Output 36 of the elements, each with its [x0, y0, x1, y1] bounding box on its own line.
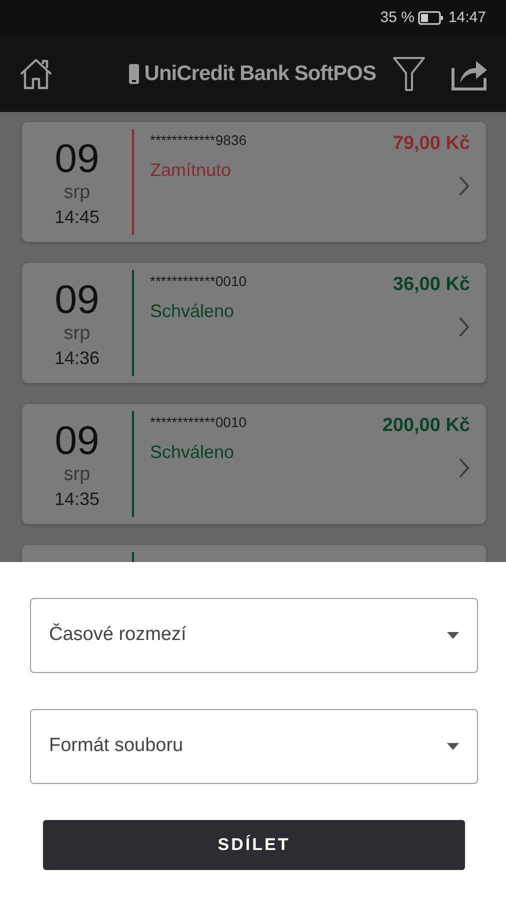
transaction-amount: 200,00 Kč [382, 414, 470, 438]
transaction-card[interactable]: 09 srp 14:36 ************0010 Schváleno 36,00 Kč [22, 263, 486, 383]
card-number: ************0010 [150, 413, 248, 432]
transaction-card[interactable]: 09 srp 14:45 ************9836 Zamítnuto 79,00 Kč [22, 122, 486, 242]
share-button[interactable]: SDÍLET [43, 820, 465, 870]
transaction-amount: 36,00 Kč [392, 273, 470, 297]
transaction-time: 14:36 [54, 348, 100, 366]
transaction-status: Zamítnuto [150, 159, 232, 182]
card-number: ************9836 [150, 131, 248, 150]
date-day: 09 [54, 280, 100, 320]
dropdown-caret-icon [447, 632, 459, 639]
transaction-status: Schváleno [150, 441, 236, 464]
chevron-icon [458, 456, 470, 478]
date-day: 09 [54, 138, 100, 178]
app-title: UniCredit Bank SoftPOS [144, 61, 376, 88]
battery-icon [418, 11, 444, 25]
transaction-card[interactable]: 09 srp 14:35 ************0010 Schváleno 200,00 Kč [22, 404, 486, 524]
card-number: ************0010 [150, 272, 248, 291]
dropdown-caret-icon [447, 743, 459, 750]
filter-icon[interactable] [392, 56, 426, 92]
home-icon[interactable] [18, 57, 54, 91]
date-month: srp [64, 182, 90, 202]
transaction-time: 14:35 [54, 490, 100, 508]
date-day: 09 [54, 420, 100, 460]
chevron-icon [458, 174, 470, 196]
transaction-amount: 79,00 Kč [392, 132, 470, 156]
date-month: srp [64, 464, 90, 484]
dropdown-field[interactable]: Formát souboru [30, 709, 478, 784]
clock: 14:47 [448, 8, 486, 28]
transaction-time: 14:45 [54, 208, 100, 226]
phone-icon [128, 63, 140, 85]
date-month: srp [64, 324, 90, 342]
chevron-icon [458, 316, 470, 338]
transaction-status: Schváleno [150, 300, 236, 323]
dropdown-field[interactable]: Časové rozmezí [30, 598, 478, 673]
battery-percent: 35 % [380, 8, 414, 28]
